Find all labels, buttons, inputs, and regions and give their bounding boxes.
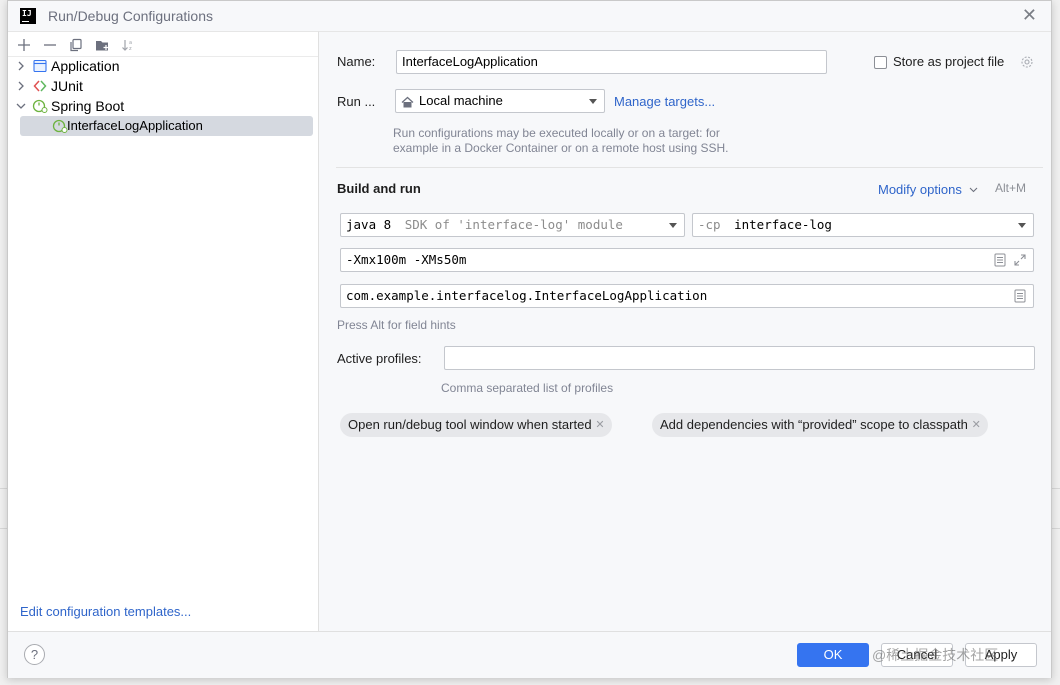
junit-icon bbox=[32, 78, 48, 94]
active-profiles-field[interactable] bbox=[444, 346, 1035, 370]
store-as-project-file-label[interactable]: Store as project file bbox=[893, 54, 1004, 69]
modify-options-label: Modify options bbox=[878, 182, 962, 197]
tree-item-interfacelogapplication[interactable]: InterfaceLogApplication bbox=[20, 116, 313, 136]
remove-chip-icon[interactable]: ✕ bbox=[595, 413, 604, 437]
intellij-logo-icon: IJ bbox=[20, 8, 36, 24]
application-icon bbox=[32, 58, 48, 74]
option-chip-open-tool-window[interactable]: Open run/debug tool window when started … bbox=[340, 413, 612, 437]
tree-item-spring-boot[interactable]: Spring Boot bbox=[8, 96, 318, 116]
tree-item-junit[interactable]: JUnit bbox=[8, 76, 318, 96]
cp-flag: -cp bbox=[698, 217, 721, 232]
classpath-module-dropdown[interactable]: -cp interface-log bbox=[692, 213, 1034, 237]
edit-templates-link[interactable]: Edit configuration templates... bbox=[20, 604, 191, 619]
tree-item-label: InterfaceLogApplication bbox=[67, 118, 203, 133]
chip-label: Add dependencies with “provided” scope t… bbox=[660, 417, 968, 432]
tree-item-application[interactable]: Application bbox=[8, 56, 318, 76]
name-field[interactable]: InterfaceLogApplication bbox=[396, 50, 827, 74]
home-icon bbox=[401, 94, 414, 112]
main-class-value: com.example.interfacelog.InterfaceLogApp… bbox=[346, 288, 708, 303]
sort-icon[interactable]: az bbox=[118, 35, 138, 55]
close-icon[interactable]: ✕ bbox=[1022, 5, 1037, 25]
active-profiles-label: Active profiles: bbox=[337, 351, 422, 366]
new-folder-icon[interactable] bbox=[92, 35, 112, 55]
run-hint-line2: example in a Docker Container or on a re… bbox=[393, 141, 729, 155]
jdk-value: java 8 bbox=[346, 217, 392, 232]
run-debug-dialog: IJ Run/Debug Configurations ✕ az Applica… bbox=[7, 0, 1052, 678]
browse-class-icon[interactable] bbox=[1013, 289, 1027, 303]
option-chip-provided-scope[interactable]: Add dependencies with “provided” scope t… bbox=[652, 413, 988, 437]
spring-boot-icon bbox=[32, 98, 48, 114]
manage-targets-link[interactable]: Manage targets... bbox=[614, 94, 715, 109]
jdk-dropdown[interactable]: java 8 SDK of 'interface-log' module bbox=[340, 213, 685, 237]
main-class-field[interactable]: com.example.interfacelog.InterfaceLogApp… bbox=[340, 284, 1034, 308]
run-target-dropdown[interactable]: Local machine bbox=[395, 89, 605, 113]
chevron-down-icon bbox=[969, 181, 978, 196]
apply-button[interactable]: Apply bbox=[965, 643, 1037, 667]
build-and-run-title: Build and run bbox=[337, 181, 421, 196]
vm-options-value: -Xmx100m -XMs50m bbox=[346, 252, 467, 267]
expand-text-icon[interactable] bbox=[993, 253, 1007, 267]
chevron-right-icon[interactable] bbox=[16, 76, 26, 96]
dialog-footer: ? OK Cancel Apply bbox=[8, 631, 1051, 678]
maximize-icon[interactable] bbox=[1013, 253, 1027, 267]
run-on-label: Run ... bbox=[337, 94, 376, 109]
configurations-sidebar: az Application JUnit Spring Boot Interfa… bbox=[8, 31, 319, 631]
tree-item-label: Application bbox=[51, 58, 120, 74]
run-hint-line1: Run configurations may be executed local… bbox=[393, 126, 720, 140]
copy-icon[interactable] bbox=[66, 35, 86, 55]
modify-options-link[interactable]: Modify options bbox=[878, 181, 978, 197]
vm-options-field[interactable]: -Xmx100m -XMs50m bbox=[340, 248, 1034, 272]
title-bar: IJ Run/Debug Configurations ✕ bbox=[8, 1, 1051, 31]
chip-label: Open run/debug tool window when started bbox=[348, 417, 592, 432]
remove-icon[interactable] bbox=[40, 35, 60, 55]
add-icon[interactable] bbox=[14, 35, 34, 55]
chevron-down-icon[interactable] bbox=[16, 96, 26, 116]
remove-chip-icon[interactable]: ✕ bbox=[972, 413, 981, 437]
cancel-button[interactable]: Cancel bbox=[881, 643, 953, 667]
tree-item-label: Spring Boot bbox=[51, 98, 125, 114]
svg-text:z: z bbox=[129, 46, 132, 52]
chevron-right-icon[interactable] bbox=[16, 56, 26, 76]
ok-button[interactable]: OK bbox=[797, 643, 869, 667]
run-target-value: Local machine bbox=[419, 93, 503, 108]
gear-icon[interactable] bbox=[1020, 55, 1034, 69]
dropdown-arrow-icon bbox=[669, 223, 677, 228]
dropdown-arrow-icon bbox=[589, 99, 597, 104]
cp-value: interface-log bbox=[734, 217, 832, 232]
modify-options-shortcut: Alt+M bbox=[995, 181, 1027, 195]
help-button[interactable]: ? bbox=[24, 644, 45, 665]
window-title: Run/Debug Configurations bbox=[48, 8, 213, 24]
configuration-tree: Application JUnit Spring Boot InterfaceL… bbox=[8, 56, 318, 136]
section-divider bbox=[336, 167, 1043, 168]
store-as-project-file-checkbox[interactable] bbox=[874, 56, 887, 69]
spring-boot-app-icon bbox=[52, 118, 68, 134]
jdk-detail: SDK of 'interface-log' module bbox=[404, 217, 623, 232]
name-label: Name: bbox=[337, 54, 376, 69]
field-hints-text: Press Alt for field hints bbox=[337, 318, 456, 332]
configuration-editor: Name: InterfaceLogApplication Store as p… bbox=[319, 31, 1051, 632]
sidebar-toolbar: az bbox=[14, 35, 138, 55]
dropdown-arrow-icon bbox=[1018, 223, 1026, 228]
tree-item-label: JUnit bbox=[51, 78, 83, 94]
profiles-hint: Comma separated list of profiles bbox=[441, 381, 614, 395]
